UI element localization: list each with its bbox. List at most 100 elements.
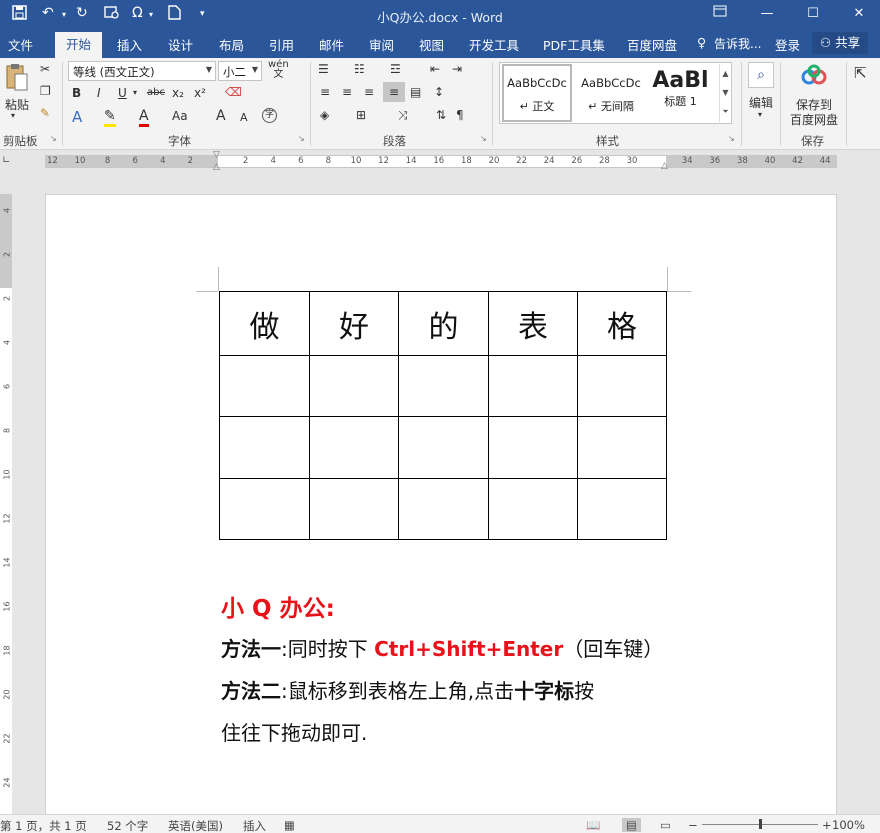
clipboard-launcher-icon[interactable]: ↘ <box>50 134 57 143</box>
document-page[interactable]: 做好的表格 小 Q 办公: 方法一:同时按下 Ctrl+Shift+Enter（… <box>45 194 837 819</box>
print-layout-icon[interactable]: ▤ <box>622 818 641 832</box>
tab-baidu-netdisk[interactable]: 百度网盘 <box>627 35 677 54</box>
tab-selector-icon[interactable]: ∟ <box>2 155 10 166</box>
table-cell[interactable] <box>577 416 667 479</box>
page-count[interactable]: 第 1 页，共 1 页 <box>0 818 87 833</box>
paragraph-launcher-icon[interactable]: ↘ <box>480 134 487 143</box>
font-size-combo[interactable]: 小二 ▼ <box>218 61 262 81</box>
grow-font-button[interactable]: A <box>216 108 226 124</box>
style-no-spacing[interactable]: AaBbCcDc ↵ 无间隔 <box>576 64 646 122</box>
tab-mailings[interactable]: 邮件 <box>319 35 344 54</box>
sort-icon[interactable]: ⇅ <box>436 108 446 122</box>
first-line-indent-marker[interactable]: ▽ <box>213 150 220 160</box>
show-marks-icon[interactable]: ¶ <box>456 108 464 122</box>
editing-dropdown-icon[interactable]: ▾ <box>758 110 762 119</box>
tab-review[interactable]: 审阅 <box>369 35 394 54</box>
styles-launcher-icon[interactable]: ↘ <box>728 134 735 143</box>
asian-layout-icon[interactable]: ⤨ <box>398 108 408 123</box>
table-cell[interactable] <box>577 355 667 417</box>
table-cell[interactable] <box>309 416 399 479</box>
align-right-icon[interactable]: ≡ <box>364 85 374 99</box>
tab-home[interactable]: 开始 <box>55 32 102 58</box>
maximize-button[interactable]: ☐ <box>798 3 828 25</box>
tab-file[interactable]: 文件 <box>8 35 33 54</box>
table-cell[interactable] <box>488 416 578 479</box>
styles-scroll[interactable]: ▲ ▼ ⏷ <box>719 64 731 122</box>
tab-view[interactable]: 视图 <box>419 35 444 54</box>
table-cell[interactable] <box>309 478 399 540</box>
table-cell[interactable] <box>398 355 489 417</box>
table-cell[interactable] <box>577 478 667 540</box>
phonetic-guide-icon[interactable]: wén 文 <box>268 60 289 80</box>
tab-pdf-tools[interactable]: PDF工具集 <box>543 35 605 54</box>
paste-icon[interactable] <box>4 62 30 94</box>
enclose-character-icon[interactable]: 字 <box>262 108 277 123</box>
table-cell[interactable] <box>219 478 310 540</box>
cut-icon[interactable]: ✂ <box>40 62 50 76</box>
table-cell[interactable]: 格 <box>577 291 667 356</box>
zoom-thumb[interactable] <box>759 819 762 829</box>
table-cell[interactable] <box>219 355 310 417</box>
zoom-level[interactable]: 100% <box>832 818 865 832</box>
right-indent-marker[interactable]: △ <box>661 161 668 171</box>
ribbon-display-icon[interactable] <box>705 3 735 25</box>
baidu-netdisk-icon[interactable] <box>800 64 828 91</box>
subscript-button[interactable]: x₂ <box>172 86 184 100</box>
tab-layout[interactable]: 布局 <box>219 35 244 54</box>
numbering-icon[interactable]: ☷ <box>354 62 365 76</box>
table-cell[interactable] <box>219 416 310 479</box>
minimize-button[interactable]: — <box>752 3 782 25</box>
paste-dropdown-icon[interactable]: ▾ <box>11 111 15 120</box>
borders-icon[interactable]: ⊞ <box>356 108 366 122</box>
align-left-icon[interactable]: ≡ <box>320 85 330 99</box>
table-cell[interactable]: 好 <box>309 291 399 356</box>
highlight-icon[interactable]: ✎ <box>104 108 116 127</box>
shrink-font-button[interactable]: A <box>240 111 248 124</box>
document-table[interactable]: 做好的表格 <box>219 291 667 540</box>
zoom-out-button[interactable]: − <box>688 818 698 832</box>
line-spacing-icon[interactable]: ↕ <box>434 85 444 99</box>
font-name-combo[interactable]: 等线 (西文正文) ▼ <box>68 61 216 81</box>
distributed-icon[interactable]: ▤ <box>410 85 421 99</box>
word-count[interactable]: 52 个字 <box>107 818 148 833</box>
underline-dropdown-icon[interactable]: ▾ <box>133 88 137 97</box>
style-heading-1[interactable]: AaBl 标题 1 <box>649 64 712 122</box>
change-case-button[interactable]: Aa <box>172 109 188 123</box>
table-cell[interactable] <box>488 355 578 417</box>
underline-button[interactable]: U <box>118 86 127 100</box>
tab-design[interactable]: 设计 <box>168 35 193 54</box>
web-layout-icon[interactable]: ▭ <box>660 818 671 832</box>
clear-format-icon[interactable]: ⌫ <box>225 85 242 99</box>
tell-me-search[interactable]: 告诉我... <box>714 35 761 52</box>
copy-icon[interactable]: ❐ <box>40 84 51 98</box>
format-painter-icon[interactable]: ✎ <box>40 106 50 120</box>
justify-icon[interactable]: ≡ <box>383 82 405 102</box>
font-color-button[interactable]: A <box>139 108 149 127</box>
increase-indent-icon[interactable]: ⇥ <box>452 62 462 76</box>
style-normal[interactable]: AaBbCcDc ↵ 正文 <box>502 64 572 122</box>
table-cell[interactable]: 做 <box>219 291 310 356</box>
text-effects-button[interactable]: A <box>72 108 82 126</box>
tab-developer[interactable]: 开发工具 <box>469 35 519 54</box>
bullets-icon[interactable]: ☰ <box>318 62 329 76</box>
tab-insert[interactable]: 插入 <box>117 35 142 54</box>
bold-button[interactable]: B <box>72 86 81 100</box>
table-cell[interactable] <box>398 416 489 479</box>
paste-button[interactable]: 粘贴 <box>4 96 30 113</box>
close-button[interactable]: ✕ <box>844 3 874 25</box>
read-mode-icon[interactable]: 📖 <box>586 818 600 832</box>
table-cell[interactable] <box>398 478 489 540</box>
font-launcher-icon[interactable]: ↘ <box>298 134 305 143</box>
superscript-button[interactable]: x² <box>194 86 206 100</box>
lightbulb-icon[interactable]: ♀ <box>697 35 706 50</box>
find-icon[interactable]: ⌕ <box>748 62 774 88</box>
login-link[interactable]: 登录 <box>775 35 800 54</box>
table-cell[interactable]: 表 <box>488 291 578 356</box>
hanging-indent-marker[interactable]: △ <box>213 162 220 172</box>
align-center-icon[interactable]: ≡ <box>342 85 352 99</box>
table-cell[interactable]: 的 <box>398 291 489 356</box>
shading-icon[interactable]: ◈ <box>320 108 329 122</box>
macro-record-icon[interactable]: ▦ <box>284 818 295 832</box>
insert-mode[interactable]: 插入 <box>243 818 266 833</box>
strikethrough-button[interactable]: abc <box>147 87 165 98</box>
